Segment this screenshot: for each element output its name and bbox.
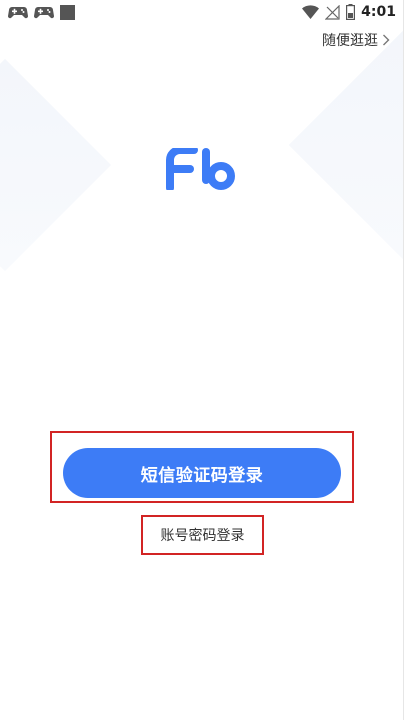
wifi-icon <box>302 5 320 19</box>
gamepad-icon <box>7 5 29 19</box>
app-logo <box>166 146 238 192</box>
sms-login-button[interactable]: 短信验证码登录 <box>63 448 341 498</box>
chevron-right-icon <box>382 34 390 46</box>
status-left-icons <box>7 4 75 20</box>
clock-time: 4:01 <box>361 4 396 20</box>
background-decoration-right <box>288 24 404 266</box>
square-notification-icon <box>60 4 75 20</box>
battery-icon <box>346 4 356 21</box>
status-right-icons: 4:01 <box>302 4 396 21</box>
app-logo-icon <box>166 146 235 192</box>
no-signal-icon <box>324 4 340 20</box>
background-decoration-left <box>0 58 112 272</box>
sms-login-label: 短信验证码登录 <box>140 465 264 486</box>
browse-freely-link[interactable]: 随便逛逛 <box>322 30 390 50</box>
gamepad-icon <box>33 5 55 19</box>
browse-freely-label: 随便逛逛 <box>322 33 378 49</box>
status-bar: 4:01 <box>0 0 404 24</box>
password-login-label: 账号密码登录 <box>160 528 245 544</box>
password-login-link[interactable]: 账号密码登录 <box>141 515 264 555</box>
